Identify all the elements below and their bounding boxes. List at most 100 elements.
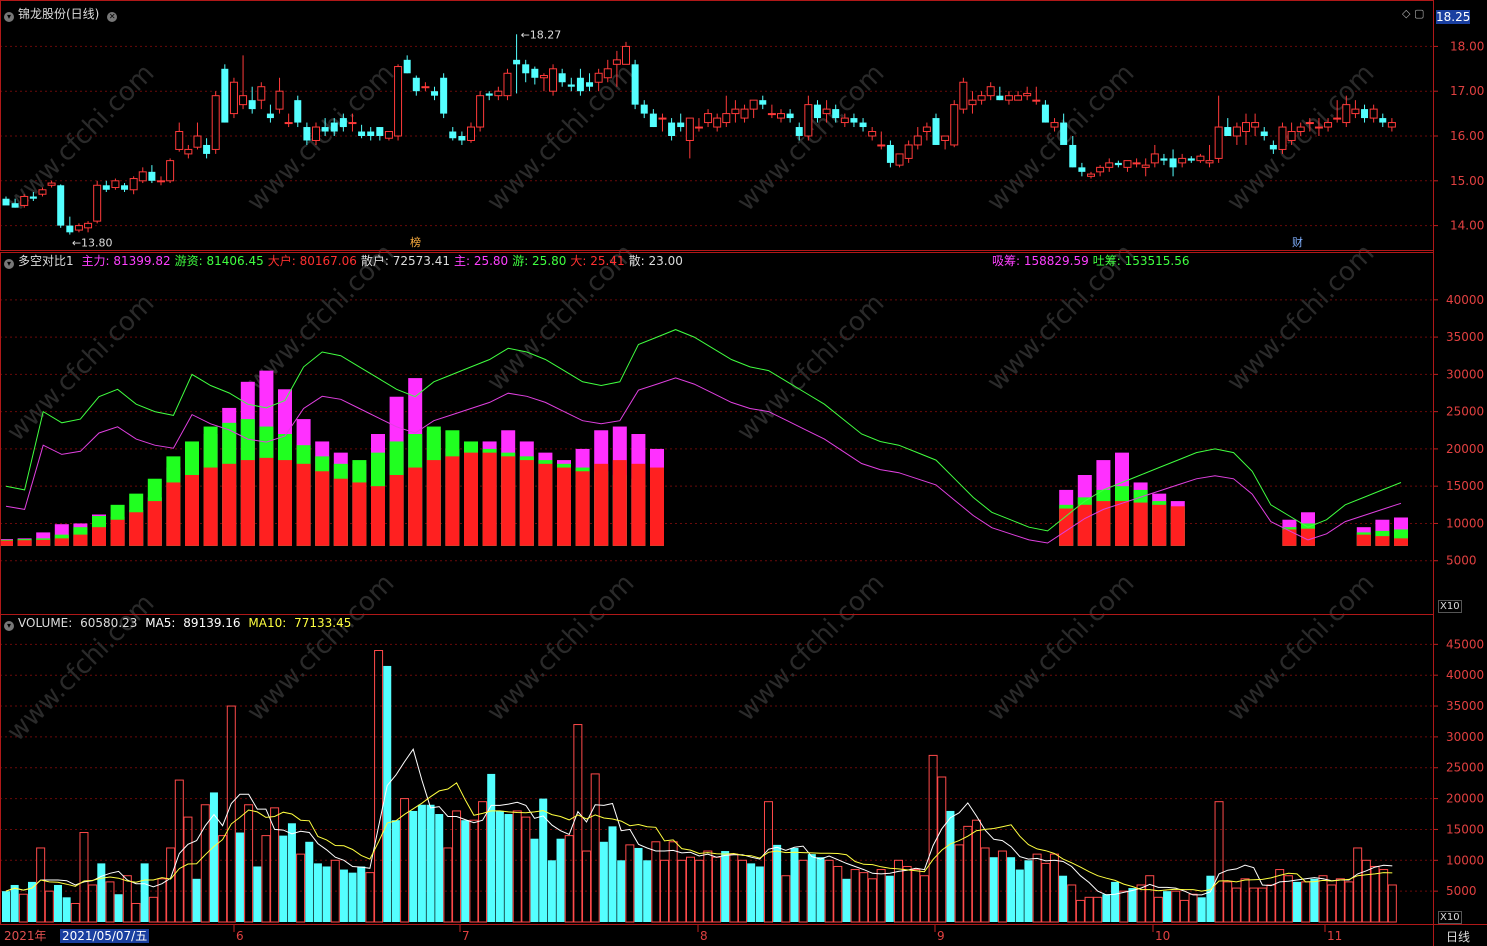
candle-body	[111, 180, 120, 189]
volume-bar	[651, 841, 661, 923]
candle-body	[367, 131, 375, 136]
candle-body	[840, 117, 849, 124]
price-ytick: 16.00	[1450, 129, 1484, 143]
indicator-bar-大户	[17, 540, 32, 546]
candle-body	[1333, 117, 1342, 120]
volume-bar	[1310, 878, 1319, 922]
indicator-bar-大户	[185, 475, 199, 546]
volume-bar	[1283, 875, 1293, 923]
volume-bar	[469, 819, 479, 923]
candle-body	[1296, 126, 1305, 133]
indicator-bar-大户	[464, 452, 478, 546]
volume-bar	[686, 856, 696, 923]
candle-body	[384, 131, 393, 139]
volume-bar	[1084, 896, 1094, 923]
month-label-10: 10	[1155, 929, 1170, 943]
volume-bar	[70, 902, 80, 923]
candle-body	[813, 104, 821, 119]
volume-bar	[755, 866, 764, 922]
candle-body	[284, 122, 293, 125]
indicator-bar-大户	[1282, 529, 1297, 546]
candle-body	[339, 118, 347, 128]
indicator-right-item-1: 吐筹: 153515.56	[1092, 254, 1190, 268]
diamond-icon[interactable]: ◇ ▢	[1402, 7, 1424, 20]
collapse-icon[interactable]: ▾	[4, 12, 14, 22]
candle-body	[1324, 122, 1333, 128]
volume-bar	[391, 820, 400, 922]
volume-bar	[1370, 865, 1380, 923]
volume-bar	[1136, 884, 1146, 923]
indicator-bar-大户	[315, 471, 330, 546]
volume-ytick: 45000	[1446, 637, 1484, 651]
volume-bar	[1223, 881, 1233, 923]
candle-body	[1314, 126, 1323, 129]
candle-body	[1004, 95, 1013, 101]
volume-bar	[997, 850, 1007, 923]
collapse-icon[interactable]: ▾	[4, 259, 14, 269]
candle-body	[485, 93, 493, 96]
volume-bar	[971, 819, 981, 923]
indicator-bar-大户	[73, 534, 88, 546]
volume-bar	[122, 875, 132, 923]
volume-bar	[885, 875, 894, 922]
volume-bar	[1032, 853, 1042, 923]
month-label-9: 9	[937, 929, 945, 943]
volume-bar	[1041, 862, 1051, 923]
candle-body	[1278, 126, 1287, 150]
volume-bar	[1240, 878, 1250, 923]
volume-bar	[1301, 881, 1311, 923]
watermark-text: www.cfchi.com	[981, 568, 1140, 727]
candle-body	[66, 225, 74, 233]
volume-bar	[1128, 888, 1137, 922]
candle-body	[968, 99, 977, 106]
month-label-8: 8	[700, 929, 708, 943]
indicator-bar-大户	[203, 467, 218, 546]
volume-bar	[461, 820, 470, 922]
candle-body	[859, 122, 867, 128]
indicator-bar-大户	[371, 486, 385, 546]
volume-ytick: 40000	[1446, 668, 1484, 682]
candle-body	[1114, 162, 1122, 166]
indicator-bar-大户	[1170, 506, 1185, 546]
indicator-item-5: 游: 25.80	[512, 254, 567, 268]
candle-body	[1260, 131, 1268, 136]
volume-bar	[417, 804, 426, 922]
indicator-bar-大户	[1077, 504, 1092, 546]
volume-bar	[97, 863, 106, 922]
indicator-bars[interactable]	[0, 329, 1408, 546]
candle-body	[266, 113, 274, 119]
candle-body	[959, 81, 968, 110]
candle-body	[886, 144, 894, 163]
period-label[interactable]: 日线	[1446, 928, 1470, 945]
watermark-text: www.cfchi.com	[731, 58, 890, 217]
volume-ytick: 15000	[1446, 822, 1484, 836]
candle-body	[694, 126, 703, 129]
candle-body	[586, 82, 594, 87]
indicator-ytick: 5000	[1446, 554, 1477, 568]
volume-ytick: 20000	[1446, 792, 1484, 806]
volume-bar	[842, 878, 851, 922]
volume-bar	[443, 847, 453, 923]
candle-body	[221, 68, 229, 123]
volume-bar	[53, 884, 62, 922]
watermark-text: www.cfchi.com	[1, 288, 160, 447]
candle-body	[1305, 122, 1314, 125]
price-candles[interactable]: ←18.27 ←13.80 榜 财	[2, 28, 1396, 250]
indicator-bar-大户	[110, 519, 125, 546]
close-icon[interactable]: ✕	[107, 12, 118, 22]
candle-body	[786, 113, 794, 119]
volume-bar	[564, 835, 574, 923]
volume-bars[interactable]	[2, 650, 1397, 923]
collapse-icon[interactable]: ▾	[4, 621, 14, 631]
volume-bar	[590, 773, 600, 923]
volume-bar	[617, 860, 626, 922]
volume-bar	[1214, 801, 1224, 923]
volume-bar	[1049, 853, 1059, 923]
indicator-ytick: 10000	[1446, 516, 1484, 530]
volume-bar	[1093, 896, 1103, 923]
chart-canvas: www.cfchi.com www.cfchi.com www.cfchi.com w…	[0, 0, 1487, 946]
candle-body	[449, 131, 457, 139]
volume-bar	[79, 832, 89, 923]
candle-body	[47, 182, 56, 186]
volume-bar	[261, 835, 271, 923]
